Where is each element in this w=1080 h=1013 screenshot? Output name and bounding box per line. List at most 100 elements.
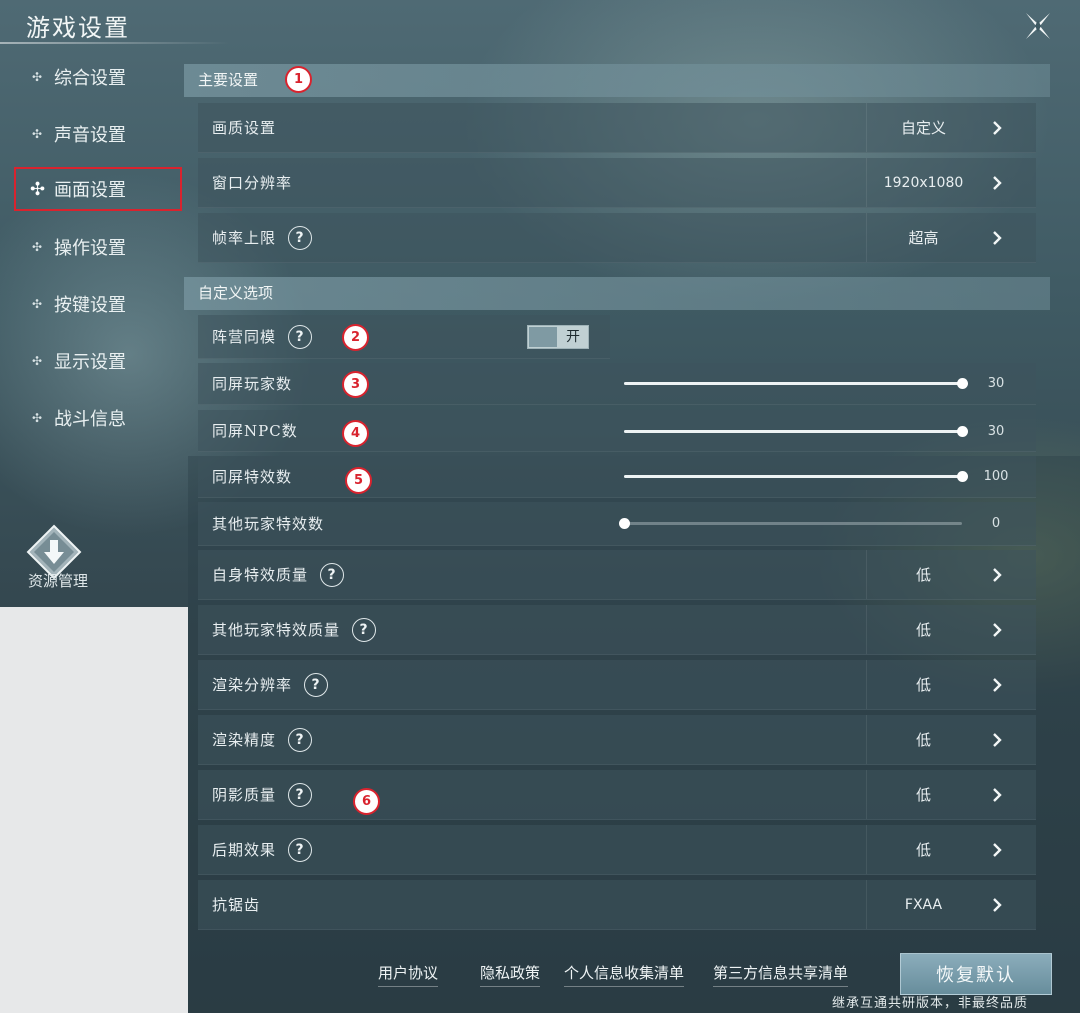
close-button[interactable] bbox=[1022, 10, 1054, 42]
row-label: 同屏特效数 bbox=[212, 468, 293, 486]
sidebar-item-sound[interactable]: ✣ 声音设置 bbox=[30, 121, 126, 147]
sparkle-icon: ✣ bbox=[30, 178, 46, 200]
row-label: 窗口分辨率 bbox=[212, 174, 293, 192]
user-agreement-link[interactable]: 用户协议 bbox=[378, 962, 439, 987]
row-label-group: 渲染精度 ? bbox=[212, 715, 313, 764]
chevron-right-icon[interactable] bbox=[982, 550, 1012, 599]
row-value: 低 bbox=[866, 825, 980, 874]
slider-row: 同屏特效数 100 bbox=[198, 456, 1036, 498]
row-label: 帧率上限 bbox=[212, 229, 277, 247]
self-effects-quality-row[interactable]: 自身特效质量 ? 低 bbox=[198, 550, 1036, 600]
help-icon[interactable]: ? bbox=[288, 225, 313, 250]
sparkle-icon: ✣ bbox=[31, 127, 43, 141]
help-icon[interactable]: ? bbox=[320, 562, 345, 587]
window-resolution-row[interactable]: 窗口分辨率 1920x1080 bbox=[198, 158, 1036, 208]
shadow-quality-row[interactable]: 阴影质量 ? 低 bbox=[198, 770, 1036, 820]
chevron-right-icon[interactable] bbox=[982, 825, 1012, 874]
chevron-right-icon[interactable] bbox=[982, 158, 1012, 207]
chevron-right-icon[interactable] bbox=[982, 770, 1012, 819]
slider-value: 100 bbox=[983, 469, 1009, 484]
row-label: 其他玩家特效质量 bbox=[212, 621, 341, 639]
close-icon bbox=[1026, 13, 1050, 39]
toggle-knob bbox=[529, 327, 557, 347]
help-icon[interactable]: ? bbox=[352, 617, 377, 642]
row-label-group: 渲染分辨率 ? bbox=[212, 660, 329, 709]
third-party-sharing-link[interactable]: 第三方信息共享清单 bbox=[713, 962, 849, 987]
row-label: 后期效果 bbox=[212, 841, 277, 859]
faction-model-toggle[interactable]: 开 bbox=[527, 325, 589, 349]
render-precision-row[interactable]: 渲染精度 ? 低 bbox=[198, 715, 1036, 765]
row-label: 同屏NPC数 bbox=[212, 422, 298, 440]
sparkle-icon: ✣ bbox=[31, 297, 43, 311]
frame-rate-cap-row[interactable]: 帧率上限 ? 超高 bbox=[198, 213, 1036, 263]
chevron-right-icon[interactable] bbox=[982, 660, 1012, 709]
help-icon[interactable]: ? bbox=[288, 324, 313, 349]
help-icon[interactable]: ? bbox=[288, 837, 313, 862]
custom-options-header: 自定义选项 bbox=[184, 277, 1050, 310]
chevron-right-icon[interactable] bbox=[982, 880, 1012, 929]
quality-preset-row[interactable]: 画质设置 自定义 bbox=[198, 103, 1036, 153]
chevron-right-icon[interactable] bbox=[982, 103, 1012, 152]
row-value: 超高 bbox=[866, 213, 980, 262]
row-value: 低 bbox=[866, 770, 980, 819]
npcs-on-screen-slider[interactable] bbox=[624, 426, 968, 438]
sidebar-item-label: 显示设置 bbox=[54, 352, 126, 373]
players-on-screen-slider[interactable] bbox=[624, 378, 968, 390]
section-title: 自定义选项 bbox=[198, 284, 274, 302]
effects-on-screen-slider[interactable] bbox=[624, 471, 968, 483]
chevron-right-icon[interactable] bbox=[982, 605, 1012, 654]
row-label: 渲染精度 bbox=[212, 731, 277, 749]
sidebar-item-combat-info[interactable]: ✣ 战斗信息 bbox=[30, 405, 126, 431]
sparkle-icon: ✣ bbox=[31, 240, 43, 254]
slider-knob[interactable] bbox=[957, 378, 968, 389]
personal-info-list-link[interactable]: 个人信息收集清单 bbox=[564, 962, 685, 987]
restore-defaults-button[interactable]: 恢复默认 bbox=[900, 953, 1052, 995]
annotation-marker: 6 bbox=[353, 788, 380, 815]
slider-knob[interactable] bbox=[619, 518, 630, 529]
row-label: 同屏玩家数 bbox=[212, 375, 293, 393]
annotation-marker: 1 bbox=[285, 66, 312, 93]
sidebar-item-display[interactable]: ✣ 显示设置 bbox=[30, 348, 126, 374]
sidebar-item-graphics[interactable]: ✣ 画面设置 bbox=[14, 167, 182, 211]
sidebar-item-label: 声音设置 bbox=[54, 125, 126, 146]
annotation-marker: 5 bbox=[345, 467, 372, 494]
slider-value: 30 bbox=[987, 376, 1005, 391]
toggle-state: 开 bbox=[566, 329, 580, 345]
sidebar-item-keybinds[interactable]: ✣ 按键设置 bbox=[30, 291, 126, 317]
section-title: 主要设置 bbox=[198, 71, 259, 89]
slider-row: 同屏玩家数 30 bbox=[198, 363, 1036, 405]
row-value: 1920x1080 bbox=[866, 158, 980, 207]
privacy-policy-link[interactable]: 隐私政策 bbox=[480, 962, 541, 987]
sidebar-item-label: 综合设置 bbox=[54, 68, 126, 89]
version-note: 继承互通共研版本，非最终品质 bbox=[832, 996, 1029, 1011]
row-label: 抗锯齿 bbox=[212, 896, 261, 914]
sparkle-icon: ✣ bbox=[31, 354, 43, 368]
other-players-effects-slider[interactable] bbox=[619, 518, 962, 530]
sidebar-item-label: 操作设置 bbox=[54, 238, 126, 259]
post-processing-row[interactable]: 后期效果 ? 低 bbox=[198, 825, 1036, 875]
row-label: 阴影质量 bbox=[212, 786, 277, 804]
slider-track bbox=[624, 522, 962, 525]
row-value: 自定义 bbox=[866, 103, 980, 152]
row-label-group: 自身特效质量 ? bbox=[212, 550, 345, 599]
sidebar-item-label: 按键设置 bbox=[54, 295, 126, 316]
anti-aliasing-row[interactable]: 抗锯齿 FXAA bbox=[198, 880, 1036, 930]
slider-fill bbox=[624, 430, 962, 433]
slider-knob[interactable] bbox=[957, 471, 968, 482]
help-icon[interactable]: ? bbox=[304, 672, 329, 697]
annotation-marker: 2 bbox=[342, 324, 369, 351]
other-effects-quality-row[interactable]: 其他玩家特效质量 ? 低 bbox=[198, 605, 1036, 655]
row-value: 低 bbox=[866, 550, 980, 599]
row-value: 低 bbox=[866, 660, 980, 709]
row-label: 自身特效质量 bbox=[212, 566, 309, 584]
help-icon[interactable]: ? bbox=[288, 727, 313, 752]
chevron-right-icon[interactable] bbox=[982, 715, 1012, 764]
chevron-right-icon[interactable] bbox=[982, 213, 1012, 262]
render-resolution-row[interactable]: 渲染分辨率 ? 低 bbox=[198, 660, 1036, 710]
background-blank-area bbox=[0, 607, 188, 1013]
sidebar-item-controls[interactable]: ✣ 操作设置 bbox=[30, 234, 126, 260]
help-icon[interactable]: ? bbox=[288, 782, 313, 807]
slider-knob[interactable] bbox=[957, 426, 968, 437]
title-underline bbox=[0, 42, 230, 44]
sidebar-item-general[interactable]: ✣ 综合设置 bbox=[30, 64, 126, 90]
